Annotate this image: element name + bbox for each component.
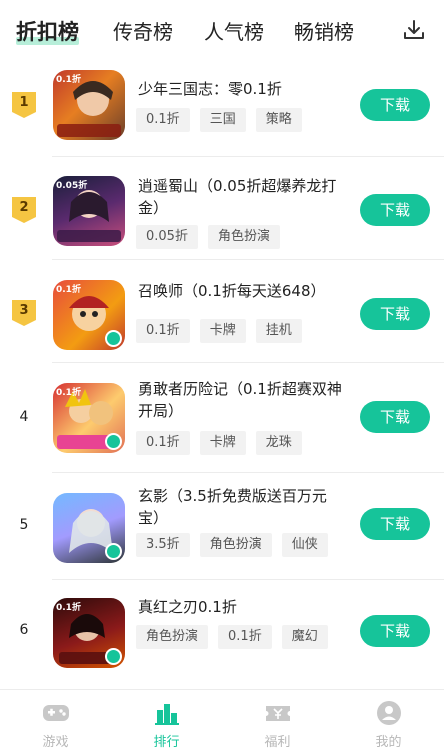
game-icon[interactable]: 0.1折	[53, 383, 125, 453]
game-title: 真红之刃0.1折	[138, 598, 237, 616]
discount-tag: 0.05折	[56, 181, 88, 191]
bar-chart-icon	[155, 704, 179, 725]
verified-badge-icon	[105, 543, 122, 560]
tab-label: 人气榜	[204, 20, 264, 44]
tag-list: 0.05折 角色扮演	[136, 225, 290, 249]
divider	[52, 156, 444, 157]
game-title: 勇敢者历险记（0.1折超赛双神开局）	[138, 380, 342, 420]
rank-badge: 2	[12, 197, 36, 223]
nav-label: 排行	[153, 735, 180, 750]
nav-item-games[interactable]: 游戏	[0, 690, 111, 751]
tag: 魔幻	[281, 625, 328, 649]
tag: 龙珠	[255, 431, 302, 455]
game-icon[interactable]: 0.05折	[53, 176, 125, 246]
divider	[52, 472, 444, 473]
tag: 角色扮演	[199, 533, 272, 557]
rank-number: 4	[19, 409, 29, 425]
tag: 三国	[199, 108, 246, 132]
tab-label: 传奇榜	[113, 20, 173, 44]
tag-list: 角色扮演 0.1折 魔幻	[136, 625, 338, 649]
tag: 挂机	[255, 319, 302, 343]
tag: 3.5折	[136, 533, 190, 557]
tag-list: 3.5折 角色扮演 仙侠	[136, 533, 338, 557]
discount-tag: 0.1折	[56, 388, 81, 398]
nav-label: 福利	[264, 735, 291, 750]
tag: 0.05折	[136, 225, 198, 249]
game-icon[interactable]	[53, 493, 125, 563]
ticket-icon	[266, 706, 290, 721]
download-button[interactable]: 下载	[360, 508, 430, 540]
list-item[interactable]: 5 玄影（3.5折免费版送百万元宝） 3.5折 角色扮演 仙侠 下载	[0, 479, 444, 584]
tag: 角色扮演	[207, 225, 280, 249]
download-button[interactable]: 下载	[360, 194, 430, 226]
tab-bestselling[interactable]: 畅销榜	[294, 16, 354, 45]
game-title: 少年三国志：零0.1折	[138, 80, 282, 98]
divider	[52, 259, 444, 260]
tab-discount[interactable]: 折扣榜	[16, 16, 79, 46]
gamepad-icon	[43, 705, 69, 721]
download-button[interactable]: 下载	[360, 89, 430, 121]
tag: 0.1折	[218, 625, 272, 649]
user-icon	[377, 701, 401, 725]
game-icon[interactable]: 0.1折	[53, 70, 125, 140]
list-item[interactable]: 3 0.1折 召唤师（0.1折每天送648） 0.1折 卡牌 挂机 下载	[0, 266, 444, 371]
game-title: 玄影（3.5折免费版送百万元宝）	[138, 487, 327, 527]
tag: 卡牌	[199, 431, 246, 455]
download-button[interactable]: 下载	[360, 615, 430, 647]
verified-badge-icon	[105, 648, 122, 665]
divider	[52, 579, 444, 580]
game-icon[interactable]: 0.1折	[53, 280, 125, 350]
tab-label: 折扣榜	[16, 20, 79, 44]
list-item[interactable]: 4 0.1折 勇敢者历险记（0.1折超赛双神开局） 0.1折 卡牌 龙珠 下载	[0, 369, 444, 474]
list-item[interactable]: 1 0.1折 少年三国志：零0.1折 0.1折 三国 策略 下载	[0, 60, 444, 165]
tab-label: 畅销榜	[294, 20, 354, 44]
rank-number: 3	[19, 303, 29, 318]
game-icon[interactable]: 0.1折	[53, 598, 125, 668]
tag: 0.1折	[136, 108, 190, 132]
tag: 0.1折	[136, 319, 190, 343]
discount-tag: 0.1折	[56, 285, 81, 295]
ranking-tabs: 折扣榜 传奇榜 人气榜 畅销榜	[0, 0, 444, 60]
tag-list: 0.1折 卡牌 挂机	[136, 319, 312, 343]
bottom-navigation: 游戏 排行 福利 我的	[0, 689, 444, 751]
discount-tag: 0.1折	[56, 603, 81, 613]
nav-label: 我的	[375, 735, 402, 750]
rank-badge: 3	[12, 300, 36, 326]
rank-number: 2	[19, 200, 29, 215]
game-title: 召唤师（0.1折每天送648）	[138, 282, 326, 300]
verified-badge-icon	[105, 330, 122, 347]
tab-popular[interactable]: 人气榜	[204, 16, 264, 45]
nav-item-welfare[interactable]: 福利	[222, 690, 333, 751]
download-manager-icon[interactable]	[402, 18, 426, 42]
nav-item-ranking[interactable]: 排行	[111, 690, 222, 751]
download-button[interactable]: 下载	[360, 298, 430, 330]
tag: 仙侠	[281, 533, 328, 557]
tag-list: 0.1折 三国 策略	[136, 108, 312, 132]
tab-legend[interactable]: 传奇榜	[113, 16, 173, 45]
rank-badge: 1	[12, 92, 36, 118]
nav-item-mine[interactable]: 我的	[333, 690, 444, 751]
divider	[52, 362, 444, 363]
list-item[interactable]: 2 0.05折 逍遥蜀山（0.05折超爆养龙打金） 0.05折 角色扮演 下载	[0, 163, 444, 268]
rank-number: 5	[19, 517, 29, 533]
verified-badge-icon	[105, 433, 122, 450]
tag: 角色扮演	[136, 625, 209, 649]
game-title: 逍遥蜀山（0.05折超爆养龙打金）	[138, 177, 337, 217]
list-item[interactable]: 6 0.1折 真红之刃0.1折 角色扮演 0.1折 魔幻 下载	[0, 585, 444, 690]
nav-label: 游戏	[42, 735, 69, 750]
rank-number: 6	[19, 622, 29, 638]
rank-number: 1	[19, 95, 29, 110]
tag-list: 0.1折 卡牌 龙珠	[136, 431, 312, 455]
tag: 0.1折	[136, 431, 190, 455]
tag: 策略	[255, 108, 302, 132]
download-button[interactable]: 下载	[360, 401, 430, 433]
discount-tag: 0.1折	[56, 75, 81, 85]
tag: 卡牌	[199, 319, 246, 343]
